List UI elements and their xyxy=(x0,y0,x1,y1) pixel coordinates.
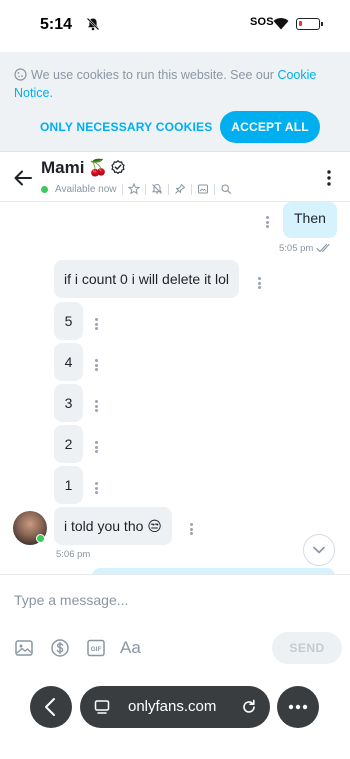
read-receipt-icon xyxy=(316,243,330,253)
wifi-icon xyxy=(273,18,289,30)
browser-menu-button[interactable] xyxy=(277,686,319,728)
more-horizontal-icon xyxy=(288,704,308,710)
message-options-icon[interactable] xyxy=(258,277,262,289)
incoming-message[interactable]: i told you tho 😒 xyxy=(54,507,172,545)
send-button[interactable]: SEND xyxy=(272,632,342,664)
message-composer: GIF Aa SEND xyxy=(0,574,350,672)
bell-off-icon[interactable] xyxy=(151,183,163,195)
presence-row: Available now xyxy=(41,182,232,196)
outgoing-message[interactable]: Then xyxy=(283,202,337,238)
accept-all-button[interactable]: ACCEPT ALL xyxy=(220,111,320,143)
bell-off-icon xyxy=(86,17,100,31)
incoming-message[interactable]: if i count 0 i will delete it lol xyxy=(54,260,239,298)
svg-text:GIF: GIF xyxy=(91,646,102,653)
incoming-message[interactable]: 3 xyxy=(54,384,83,422)
message-options-icon[interactable] xyxy=(266,216,270,228)
cookie-notice-text: We use cookies to run this website. See … xyxy=(14,66,334,102)
dollar-icon[interactable] xyxy=(50,638,70,658)
back-arrow-icon[interactable] xyxy=(12,167,34,189)
incoming-message[interactable]: 4 xyxy=(54,343,83,381)
cookie-icon xyxy=(14,68,27,81)
chevron-down-icon xyxy=(313,546,325,554)
message-options-icon[interactable] xyxy=(95,318,99,330)
message-options-icon[interactable] xyxy=(95,359,99,371)
message-input[interactable] xyxy=(14,589,314,611)
incoming-message[interactable]: 2 xyxy=(54,425,83,463)
browser-back-button[interactable] xyxy=(30,686,72,728)
message-timestamp: 5:06 pm xyxy=(56,549,91,560)
status-bar: 5:14 SOS xyxy=(0,0,350,52)
online-status-dot xyxy=(41,185,48,193)
message-options-icon[interactable] xyxy=(95,482,99,494)
cherry-emoji: 🍒 xyxy=(88,160,108,177)
gif-icon[interactable]: GIF xyxy=(86,638,106,658)
text-format-button[interactable]: Aa xyxy=(120,638,141,658)
url-text: onlyfans.com xyxy=(128,698,217,715)
search-icon[interactable] xyxy=(220,183,232,195)
reload-icon[interactable] xyxy=(240,698,258,716)
incoming-message[interactable]: 5 xyxy=(54,302,83,340)
address-bar[interactable]: onlyfans.com xyxy=(80,686,270,728)
chat-contact-name[interactable]: Mami xyxy=(41,158,84,178)
pin-icon[interactable] xyxy=(174,183,186,195)
status-time: 5:14 xyxy=(40,16,73,33)
chevron-left-icon xyxy=(45,698,55,716)
cookie-text-body: We use cookies to run this website. See … xyxy=(31,68,274,82)
more-options-icon[interactable] xyxy=(326,169,332,187)
scroll-to-bottom-button[interactable] xyxy=(303,534,335,566)
message-options-icon[interactable] xyxy=(95,400,99,412)
online-status-dot xyxy=(36,534,45,543)
gallery-icon[interactable] xyxy=(197,183,209,195)
image-icon[interactable] xyxy=(14,638,34,658)
browser-toolbar: onlyfans.com xyxy=(0,672,350,759)
incoming-message[interactable]: 1 xyxy=(54,466,83,504)
chat-header: Mami 🍒 Available now xyxy=(0,152,350,202)
message-list[interactable]: Then 5:05 pm if i count 0 i will delete … xyxy=(0,202,350,580)
star-icon[interactable] xyxy=(127,183,140,195)
only-necessary-cookies-button[interactable]: ONLY NECESSARY COOKIES xyxy=(40,112,212,142)
verified-badge-icon xyxy=(111,160,125,174)
cookie-notice-period: . xyxy=(49,86,53,100)
tabs-icon[interactable] xyxy=(94,699,110,715)
cookie-banner: We use cookies to run this website. See … xyxy=(0,52,350,152)
message-timestamp: 5:05 pm xyxy=(279,243,314,254)
presence-status-text: Available now xyxy=(55,183,117,195)
battery-low-icon xyxy=(296,18,323,30)
message-options-icon[interactable] xyxy=(95,441,99,453)
message-options-icon[interactable] xyxy=(190,523,194,535)
sos-indicator: SOS xyxy=(250,16,274,28)
